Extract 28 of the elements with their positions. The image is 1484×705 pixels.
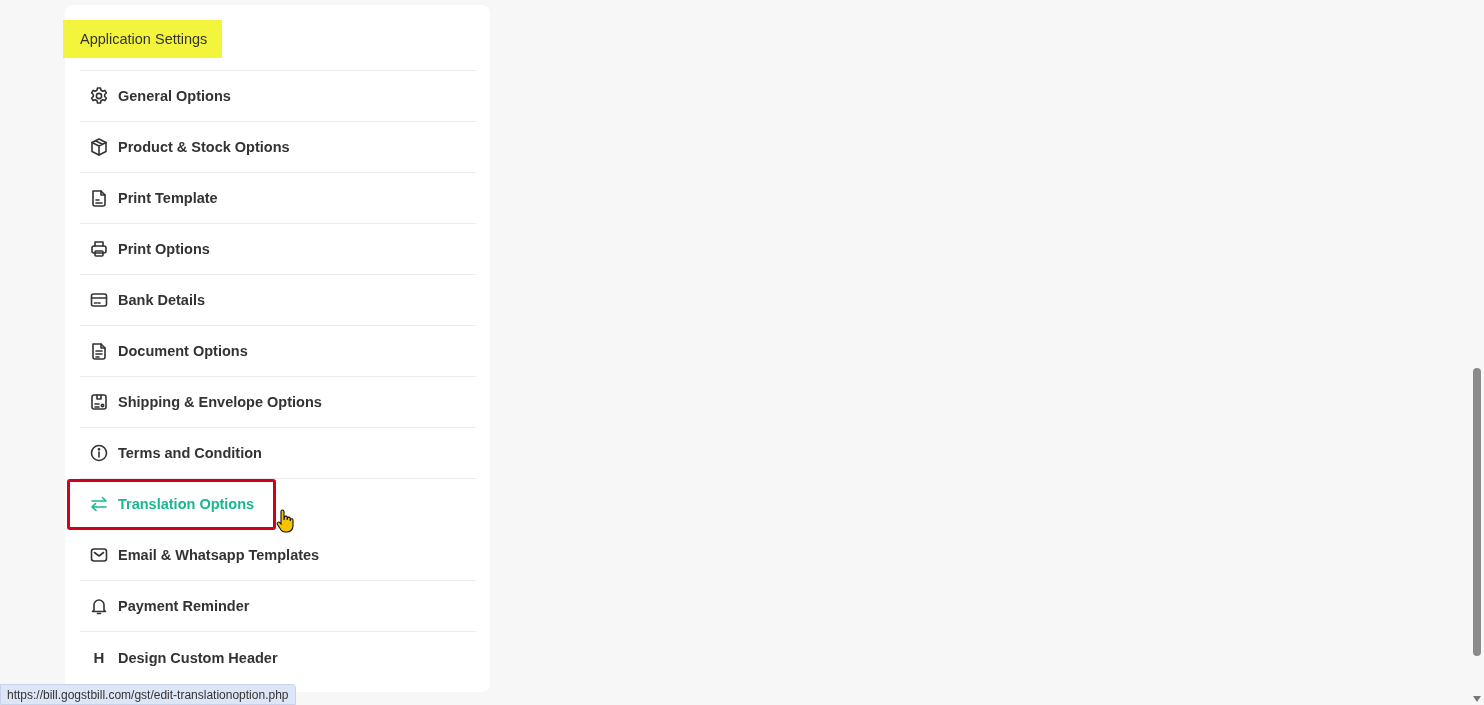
settings-menu-item[interactable]: Email & Whatsapp Templates (80, 530, 476, 581)
box-icon (89, 137, 109, 157)
document-icon (89, 341, 109, 361)
swap-arrows-icon (89, 494, 109, 514)
settings-menu-item[interactable]: Product & Stock Options (80, 122, 476, 173)
bell-icon (89, 596, 109, 616)
panel-heading: Application Settings (63, 20, 223, 58)
link-url-tooltip: https://bill.gogstbill.com/gst/edit-translationoption.php (0, 684, 296, 705)
package-icon (89, 392, 109, 412)
envelope-icon (89, 545, 109, 565)
settings-menu-item[interactable]: Document Options (80, 326, 476, 377)
settings-menu-item[interactable]: Shipping & Envelope Options (80, 377, 476, 428)
settings-menu-item[interactable]: H Design Custom Header (80, 632, 476, 683)
card-icon (89, 290, 109, 310)
hand-cursor-icon (276, 509, 294, 533)
printer-icon (89, 239, 109, 259)
settings-menu-item[interactable]: Print Options (80, 224, 476, 275)
settings-menu-item[interactable]: Print Template (80, 173, 476, 224)
scroll-down-icon[interactable] (1473, 696, 1481, 702)
scrollbar-thumb[interactable] (1473, 368, 1481, 656)
document-icon (89, 188, 109, 208)
settings-menu-item[interactable]: Payment Reminder (80, 581, 476, 632)
gear-icon (89, 86, 109, 106)
heading-icon: H (89, 649, 109, 666)
settings-menu-item[interactable]: Terms and Condition (80, 428, 476, 479)
settings-menu-item[interactable]: General Options (80, 71, 476, 122)
settings-menu-item[interactable]: Bank Details (80, 275, 476, 326)
info-icon (89, 443, 109, 463)
